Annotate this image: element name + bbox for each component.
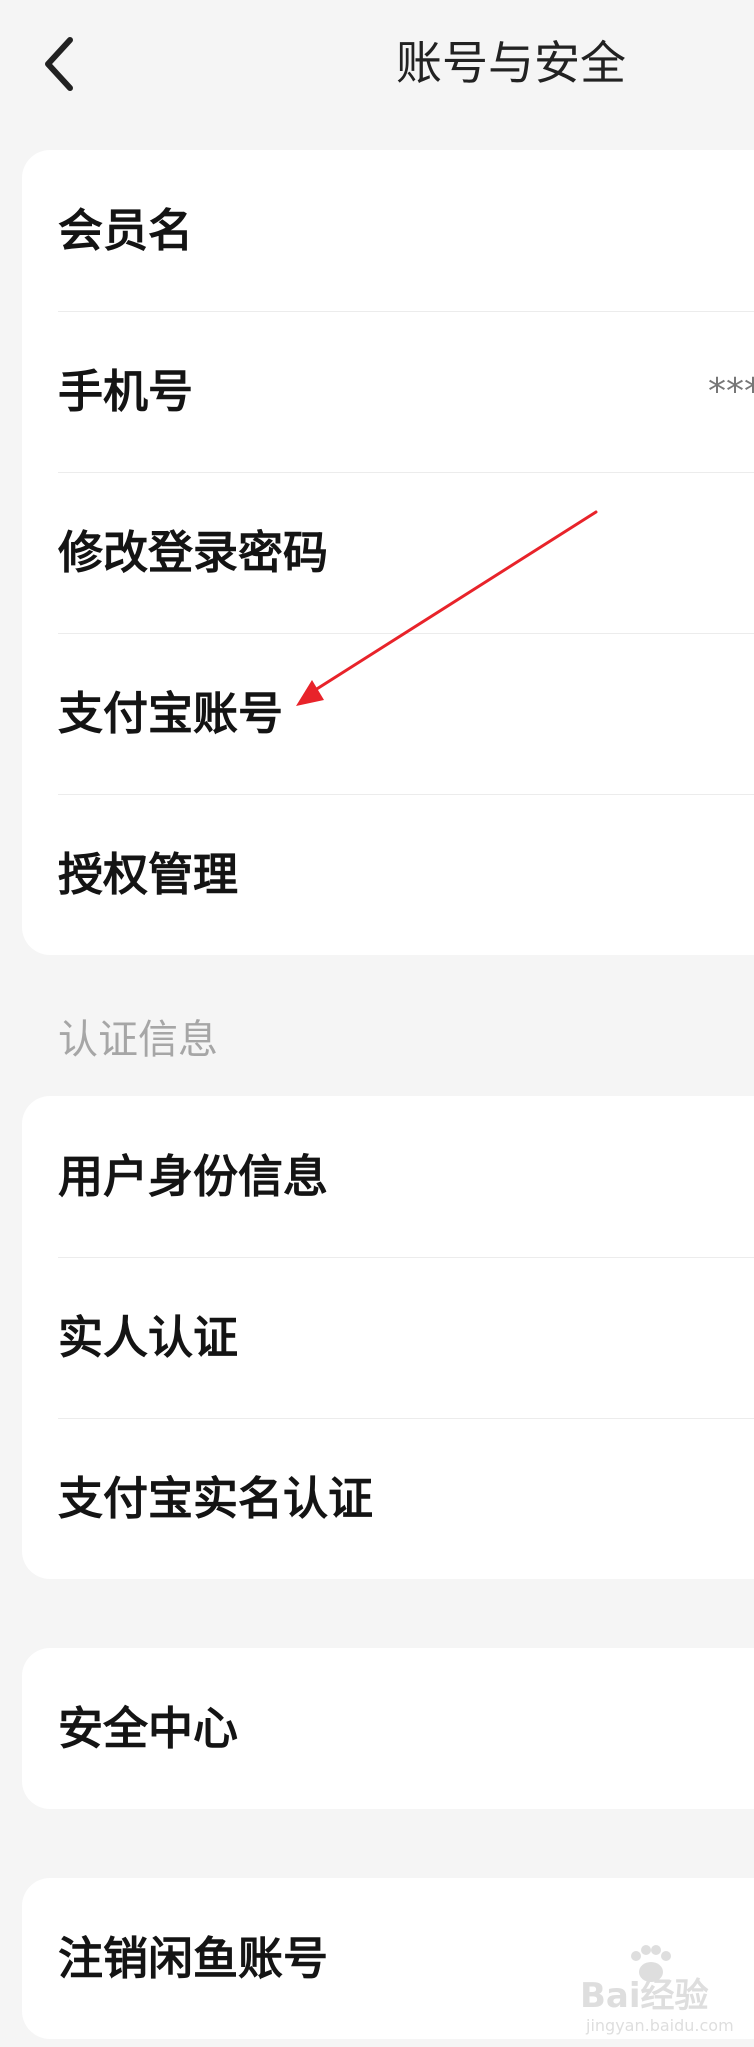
watermark-subtext: jingyan.baidu.com (586, 2016, 734, 2035)
phone-number-value: *** (708, 371, 754, 412)
row-real-person-verification[interactable]: 实人认证 (22, 1257, 754, 1418)
row-label: 授权管理 (58, 848, 239, 901)
back-button[interactable] (30, 26, 90, 102)
row-label: 修改登录密码 (58, 526, 329, 579)
row-label: 手机号 (58, 365, 194, 418)
row-change-password[interactable]: 修改登录密码 (22, 472, 754, 633)
row-member-name[interactable]: 会员名 (22, 150, 754, 311)
row-alipay-account[interactable]: 支付宝账号 (22, 633, 754, 794)
account-card: 会员名 手机号 *** 修改登录密码 支付宝账号 授权管理 (22, 150, 754, 955)
row-label: 注销闲鱼账号 (58, 1932, 329, 1985)
row-alipay-real-name[interactable]: 支付宝实名认证 (22, 1418, 754, 1579)
nav-bar: 账号与安全 (0, 0, 754, 128)
security-card: 安全中心 (22, 1648, 754, 1809)
row-phone-number[interactable]: 手机号 *** (22, 311, 754, 472)
watermark: Bai经验 jingyan.baidu.com (580, 1940, 750, 2040)
verification-card: 用户身份信息 实人认证 支付宝实名认证 (22, 1096, 754, 1579)
row-authorization-management[interactable]: 授权管理 (22, 794, 754, 955)
row-label: 实人认证 (58, 1311, 239, 1364)
chevron-left-icon (45, 37, 73, 91)
watermark-text: Bai经验 (580, 1976, 709, 2016)
row-label: 支付宝账号 (58, 687, 284, 740)
section-header-verification: 认证信息 (58, 1017, 218, 1063)
row-label: 支付宝实名认证 (58, 1472, 374, 1525)
page-title: 账号与安全 (396, 36, 626, 90)
row-label: 用户身份信息 (58, 1150, 329, 1203)
row-security-center[interactable]: 安全中心 (22, 1648, 754, 1809)
row-label: 会员名 (58, 204, 194, 257)
row-user-identity[interactable]: 用户身份信息 (22, 1096, 754, 1257)
row-label: 安全中心 (58, 1702, 239, 1755)
